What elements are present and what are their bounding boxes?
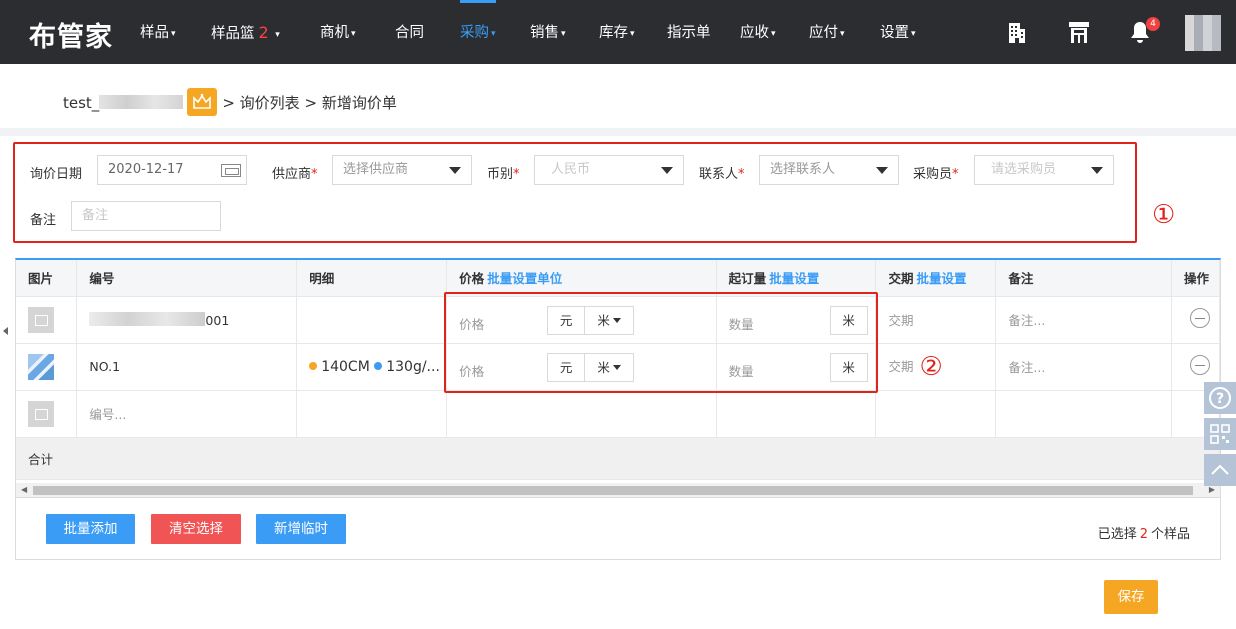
item-code: NO.1 bbox=[76, 343, 298, 391]
shop-icon[interactable] bbox=[1066, 19, 1094, 47]
col-header-code: 编号 bbox=[76, 260, 298, 297]
chevron-down-icon bbox=[1091, 167, 1103, 174]
row-remark-input[interactable]: 备注... bbox=[995, 296, 1172, 344]
buyer-select[interactable]: 请选采购员 bbox=[974, 155, 1114, 185]
breadcrumb: test_ > 询价列表 > 新增询价单 bbox=[63, 88, 397, 116]
selected-count-text: 已选择 2 个样品 bbox=[1097, 527, 1190, 542]
breadcrumb-current: 新增询价单 bbox=[321, 94, 397, 112]
sidebar-toggle-icon[interactable] bbox=[0, 318, 10, 344]
nav-item-contracts[interactable]: 合同 bbox=[395, 0, 424, 64]
section-divider bbox=[0, 128, 1236, 136]
calendar-icon[interactable] bbox=[221, 164, 241, 177]
save-button[interactable]: 保存 bbox=[1104, 580, 1158, 614]
svg-text:?: ? bbox=[1216, 391, 1224, 407]
inquiry-date-label: 询价日期 bbox=[30, 167, 83, 182]
scroll-left-icon[interactable]: ◀ bbox=[21, 485, 27, 494]
crown-icon bbox=[187, 88, 218, 116]
nav-item-samples[interactable]: 样品 ▾ bbox=[140, 0, 176, 64]
chevron-down-icon bbox=[876, 167, 888, 174]
col-header-delivery: 交期 批量设置 bbox=[875, 260, 997, 297]
new-code-input[interactable]: 编号... bbox=[76, 390, 298, 438]
chevron-down-icon bbox=[661, 167, 673, 174]
supplier-label: 供应商* bbox=[272, 167, 318, 182]
back-to-top-icon[interactable] bbox=[1204, 454, 1236, 486]
qr-code-icon[interactable] bbox=[1204, 418, 1236, 450]
nav-item-receivables[interactable]: 应收 ▾ bbox=[740, 0, 776, 64]
delivery-input[interactable]: 交期 bbox=[888, 359, 913, 374]
app-logo[interactable]: 布管家 bbox=[29, 15, 113, 54]
inquiry-date-input[interactable]: 2020-12-17 bbox=[97, 155, 247, 185]
width-dot-icon bbox=[309, 361, 318, 370]
add-temporary-button[interactable]: 新增临时 bbox=[256, 514, 346, 544]
delivery-input[interactable]: 交期 bbox=[875, 296, 997, 344]
blurred-code-prefix bbox=[89, 311, 206, 326]
building-icon[interactable] bbox=[1004, 19, 1032, 47]
total-label: 合计 bbox=[16, 437, 1220, 480]
item-detail: 140CM 130g/... bbox=[296, 343, 448, 391]
scroll-right-icon[interactable]: ▶ bbox=[1209, 485, 1215, 494]
remark-label: 备注 bbox=[30, 213, 57, 228]
col-header-price: 价格 批量设置单位 bbox=[446, 260, 717, 297]
nav-item-purchasing[interactable]: 采购 ▾ bbox=[460, 0, 496, 64]
breadcrumb-bar: test_ > 询价列表 > 新增询价单 bbox=[0, 64, 1236, 128]
help-icon[interactable]: ? bbox=[1204, 382, 1236, 414]
remove-row-icon[interactable] bbox=[1189, 355, 1210, 375]
chevron-down-icon bbox=[449, 167, 461, 174]
nav-item-opportunities[interactable]: 商机 ▾ bbox=[320, 0, 356, 64]
annotation-marker-2: ② bbox=[919, 351, 943, 382]
batch-add-button[interactable]: 批量添加 bbox=[46, 514, 135, 544]
col-header-detail: 明细 bbox=[296, 260, 448, 297]
batch-set-delivery-link[interactable]: 批量设置 bbox=[917, 271, 967, 286]
user-avatar[interactable] bbox=[1185, 15, 1221, 51]
top-navbar: 布管家 样品 ▾ 样品篮 2 ▾ 商机 ▾ 合同 采购 ▾ 销售 ▾ 库存 ▾ 指示单 应收… bbox=[0, 0, 1236, 64]
nav-item-payables[interactable]: 应付 ▾ bbox=[809, 0, 845, 64]
horizontal-scrollbar[interactable]: ◀ ▶ bbox=[16, 483, 1220, 497]
nav-item-sales[interactable]: 销售 ▾ bbox=[530, 0, 566, 64]
item-detail bbox=[296, 296, 448, 344]
basket-count-badge: 2 bbox=[258, 23, 269, 42]
col-header-action: 操作 bbox=[1171, 260, 1220, 297]
weight-dot-icon bbox=[374, 361, 383, 370]
notification-count-badge: 4 bbox=[1146, 17, 1160, 31]
contact-select[interactable]: 选择联系人 bbox=[759, 155, 899, 185]
currency-label: 币别* bbox=[487, 167, 520, 182]
contact-label: 联系人* bbox=[699, 167, 745, 182]
supplier-select[interactable]: 选择供应商 bbox=[332, 155, 472, 185]
nav-item-inventory[interactable]: 库存 ▾ bbox=[599, 0, 635, 64]
currency-select[interactable]: 人民币 bbox=[534, 155, 684, 185]
table-actions-bar: 批量添加 清空选择 新增临时 已选择 2 个样品 bbox=[15, 498, 1221, 560]
remove-row-icon[interactable] bbox=[1189, 308, 1210, 328]
nav-item-settings[interactable]: 设置 ▾ bbox=[880, 0, 916, 64]
remark-input[interactable]: 备注 bbox=[71, 201, 221, 231]
col-header-image: 图片 bbox=[16, 260, 78, 297]
breadcrumb-account[interactable]: test_ bbox=[63, 94, 99, 112]
breadcrumb-inquiry-list[interactable]: 询价列表 bbox=[240, 94, 300, 112]
col-header-moq: 起订量 批量设置 bbox=[716, 260, 877, 297]
scrollbar-thumb[interactable] bbox=[33, 486, 1193, 495]
batch-set-unit-link[interactable]: 批量设置单位 bbox=[487, 271, 562, 286]
nav-item-instructions[interactable]: 指示单 bbox=[667, 0, 711, 64]
image-placeholder-icon[interactable] bbox=[28, 400, 54, 427]
annotation-marker-1: ① bbox=[1152, 200, 1176, 230]
price-moq-highlight-box bbox=[444, 292, 878, 393]
nav-item-sample-basket[interactable]: 样品篮 2 ▾ bbox=[211, 0, 280, 64]
table-header-row: 图片 编号 明细 价格 批量设置单位 起订量 批量设置 交期 批量设置 备注 操作 bbox=[16, 260, 1220, 297]
clear-selection-button[interactable]: 清空选择 bbox=[151, 514, 241, 544]
buyer-label: 采购员* bbox=[913, 167, 959, 182]
sample-thumbnail[interactable] bbox=[28, 353, 54, 380]
row-remark-input[interactable]: 备注... bbox=[995, 343, 1172, 391]
image-placeholder-icon[interactable] bbox=[28, 306, 54, 333]
item-code: 001 bbox=[205, 312, 230, 328]
table-new-row: 编号... bbox=[16, 390, 1220, 438]
batch-set-moq-link[interactable]: 批量设置 bbox=[769, 271, 819, 286]
table-total-row: 合计 bbox=[16, 437, 1220, 480]
col-header-remark: 备注 bbox=[995, 260, 1172, 297]
blurred-account-name bbox=[99, 95, 184, 109]
